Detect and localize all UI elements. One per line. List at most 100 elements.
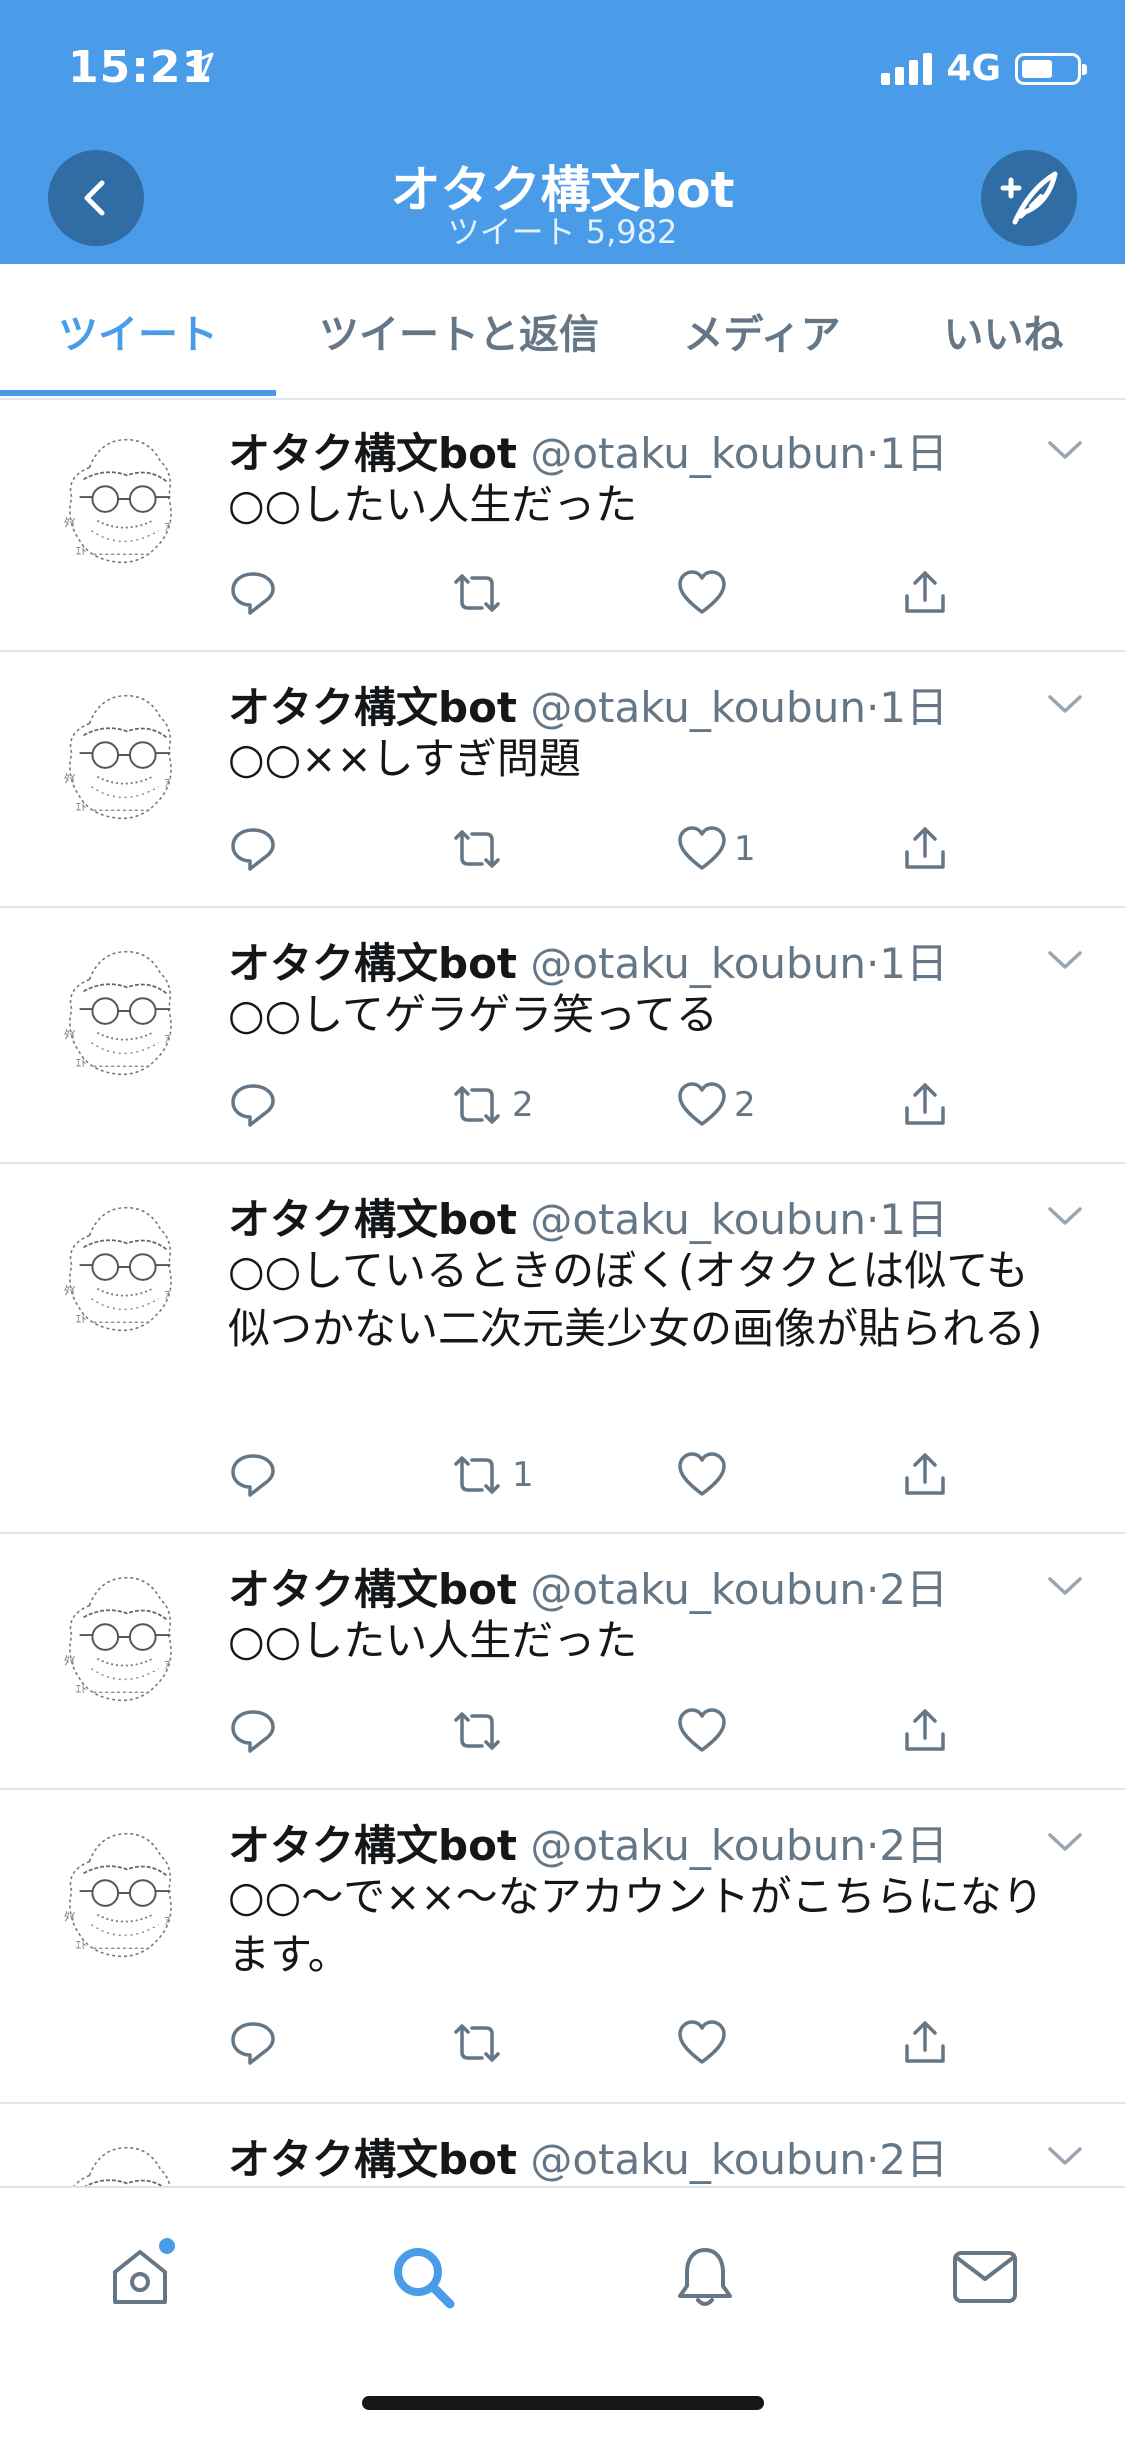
chevron-down-icon[interactable] xyxy=(1047,2144,1083,2168)
tweet-time: ·1日 xyxy=(865,429,949,478)
tweet-text: ○○したい人生だった xyxy=(228,480,638,529)
tweet-item[interactable]: オタク構文bot @otaku_koubun·2日 ○○したい人生だった xyxy=(0,1534,1125,1790)
reply-icon xyxy=(231,828,275,871)
retweet-icon xyxy=(454,2024,500,2062)
reply-icon xyxy=(231,572,275,615)
retweet-button[interactable] xyxy=(448,2018,512,2068)
like-button[interactable]: 2 xyxy=(676,1080,756,1130)
avatar[interactable] xyxy=(50,1566,198,1714)
avatar[interactable] xyxy=(50,1196,198,1344)
location-arrow-icon xyxy=(186,52,214,80)
tweet-text: ○○〜で××〜なアカウントがこちらになります。 xyxy=(228,1872,1044,1979)
like-count: 1 xyxy=(734,829,756,869)
tweet-actions: 1 xyxy=(228,1450,1048,1510)
reply-button[interactable] xyxy=(228,2018,278,2068)
reply-button[interactable] xyxy=(228,1450,278,1500)
share-icon xyxy=(905,1453,945,1495)
share-button[interactable] xyxy=(900,1450,950,1500)
tweet-item[interactable]: オタク構文bot @otaku_koubun·2日 ○○〜で××〜なアカウントが… xyxy=(0,1790,1125,2104)
retweet-icon xyxy=(454,830,500,868)
tweet-item[interactable]: オタク構文bot @otaku_koubun·1日 ○○××しすぎ問題 1 xyxy=(0,652,1125,908)
retweet-button[interactable] xyxy=(448,568,512,618)
tweet-text: ○○したい人生だった xyxy=(228,1616,638,1665)
share-button[interactable] xyxy=(900,1706,950,1756)
tweet-author-name: オタク構文bot xyxy=(228,2135,517,2184)
tweet-count: ツイート 5,982 xyxy=(447,213,678,251)
reply-icon xyxy=(231,1084,275,1127)
share-icon xyxy=(905,1709,945,1751)
like-button[interactable] xyxy=(676,1450,734,1500)
tab-likes[interactable]: いいね xyxy=(882,264,1125,398)
notifications-bell-icon xyxy=(678,2248,732,2306)
tweet-time: ·1日 xyxy=(865,939,949,988)
reply-button[interactable] xyxy=(228,1080,278,1130)
tweet-actions: 2 2 xyxy=(228,1080,1048,1140)
tweet-time: ·1日 xyxy=(865,1195,949,1244)
avatar[interactable] xyxy=(50,2136,198,2186)
home-indicator xyxy=(362,2396,764,2410)
retweet-icon xyxy=(454,574,500,612)
tweet-header: オタク構文bot @otaku_koubun·2日 xyxy=(228,1812,948,1873)
tab-media[interactable]: メディア xyxy=(642,264,882,398)
tweet-time: ·2日 xyxy=(865,2135,949,2184)
nav-home[interactable] xyxy=(95,2232,185,2322)
share-button[interactable] xyxy=(900,824,950,874)
retweet-count: 1 xyxy=(512,1455,534,1495)
retweet-button[interactable] xyxy=(448,824,512,874)
share-button[interactable] xyxy=(900,2018,950,2068)
nav-search[interactable] xyxy=(378,2232,468,2322)
search-icon xyxy=(394,2248,455,2309)
share-icon xyxy=(905,1083,945,1125)
tweet-header: オタク構文bot @otaku_koubun·1日 xyxy=(228,674,948,735)
chevron-down-icon[interactable] xyxy=(1047,438,1083,462)
tweet-author-name: オタク構文bot xyxy=(228,429,517,478)
messages-envelope-icon xyxy=(953,2251,1017,2303)
share-button[interactable] xyxy=(900,1080,950,1130)
avatar[interactable] xyxy=(50,684,198,832)
tweet-header: オタク構文bot @otaku_koubun·2日 xyxy=(228,1556,948,1617)
home-icon xyxy=(113,2250,167,2304)
heart-icon xyxy=(678,570,726,614)
like-button[interactable]: 1 xyxy=(676,824,756,874)
retweet-button[interactable]: 2 xyxy=(448,1080,534,1130)
chevron-down-icon[interactable] xyxy=(1047,1830,1083,1854)
compose-tweet-button[interactable] xyxy=(981,150,1077,246)
like-button[interactable] xyxy=(676,568,734,618)
avatar[interactable] xyxy=(50,428,198,576)
chevron-down-icon[interactable] xyxy=(1047,948,1083,972)
avatar[interactable] xyxy=(50,940,198,1088)
tweet-handle: @otaku_koubun xyxy=(530,939,866,988)
retweet-button[interactable] xyxy=(448,1706,512,1756)
retweet-button[interactable]: 1 xyxy=(448,1450,534,1500)
chevron-down-icon[interactable] xyxy=(1047,1574,1083,1598)
avatar[interactable] xyxy=(50,1822,198,1970)
tweet-time: ·2日 xyxy=(865,1821,949,1870)
network-type: 4G xyxy=(946,48,1001,89)
tab-tweets[interactable]: ツイート xyxy=(0,264,276,398)
share-button[interactable] xyxy=(900,568,950,618)
reply-button[interactable] xyxy=(228,824,278,874)
nav-messages[interactable] xyxy=(940,2232,1030,2322)
tab-tweets-and-replies[interactable]: ツイートと返信 xyxy=(276,264,642,398)
like-count: 2 xyxy=(734,1085,756,1125)
chevron-down-icon[interactable] xyxy=(1047,1204,1083,1228)
tweet-item[interactable]: オタク構文bot @otaku_koubun·1日 ○○してゲラゲラ笑ってる 2… xyxy=(0,908,1125,1164)
tweet-actions xyxy=(228,2018,1048,2078)
heart-icon xyxy=(678,1082,726,1126)
reply-button[interactable] xyxy=(228,568,278,618)
like-button[interactable] xyxy=(676,1706,734,1756)
tweet-item[interactable]: オタク構文bot @otaku_koubun·2日 xyxy=(0,2104,1125,2186)
tweet-text: ○○××しすぎ問題 xyxy=(228,734,581,783)
tweet-time: ·1日 xyxy=(865,683,949,732)
reply-button[interactable] xyxy=(228,1706,278,1756)
tweet-text: ○○してゲラゲラ笑ってる xyxy=(228,990,718,1039)
home-badge-dot xyxy=(159,2238,175,2254)
nav-notifications[interactable] xyxy=(660,2232,750,2322)
tweet-author-name: オタク構文bot xyxy=(228,1565,517,1614)
tweet-item[interactable]: オタク構文bot @otaku_koubun·1日 ○○したい人生だった xyxy=(0,398,1125,652)
tweet-item[interactable]: オタク構文bot @otaku_koubun·1日 ○○しているときのぼく(オタ… xyxy=(0,1164,1125,1534)
like-button[interactable] xyxy=(676,2018,734,2068)
chevron-down-icon[interactable] xyxy=(1047,692,1083,716)
signal-icon xyxy=(881,52,933,85)
tweet-actions: 1 xyxy=(228,824,1048,884)
